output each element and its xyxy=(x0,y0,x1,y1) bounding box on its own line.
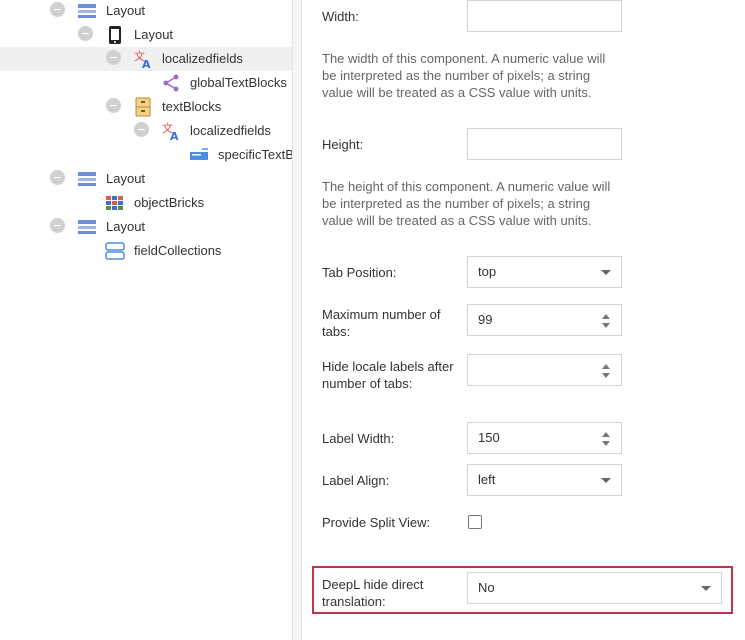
tree-node-layout[interactable]: Layout xyxy=(0,23,292,47)
tree-node-globaltextblocks[interactable]: globalTextBlocks xyxy=(0,71,292,95)
tree-node-layout[interactable]: Layout xyxy=(0,167,292,191)
tree-node-label: Layout xyxy=(106,3,146,18)
label-width-label: Label Width: xyxy=(322,431,395,446)
tree-node-label: localizedfields xyxy=(162,51,243,66)
height-label: Height: xyxy=(322,137,364,152)
tab-position-label: Tab Position: xyxy=(322,265,397,280)
bricks-icon xyxy=(106,196,123,210)
tree-node-label: Layout xyxy=(106,171,146,186)
tree-node-objectbricks[interactable]: objectBricks xyxy=(0,191,292,215)
tab-position-value: top xyxy=(478,264,497,279)
collapse-icon[interactable] xyxy=(50,218,65,233)
tree-node-layout[interactable]: Layout xyxy=(0,215,292,239)
collapse-icon[interactable] xyxy=(50,2,65,17)
spin-down-icon[interactable] xyxy=(602,441,610,446)
deepl-label: DeepL hide direct translation: xyxy=(322,577,424,609)
tree-panel: Layout Layout 文 A localizedfields global… xyxy=(0,0,292,640)
tree-node-specifictextblocks[interactable]: specificTextBlocks xyxy=(0,143,292,167)
tree-node-label: objectBricks xyxy=(134,195,205,210)
spin-down-icon[interactable] xyxy=(602,323,610,328)
collapse-icon[interactable] xyxy=(106,98,121,113)
spin-up-icon[interactable] xyxy=(602,314,610,319)
label-width-stepper[interactable]: 150 xyxy=(467,422,622,454)
tree-node-label: fieldCollections xyxy=(134,243,222,258)
label-align-select[interactable]: left xyxy=(467,464,622,496)
svg-text:A: A xyxy=(142,58,151,69)
height-input[interactable] xyxy=(467,128,622,160)
tablet-icon xyxy=(109,26,121,44)
tab-position-select[interactable]: top xyxy=(467,256,622,288)
tree-node-label: globalTextBlocks xyxy=(190,75,287,90)
chevron-down-icon[interactable] xyxy=(701,586,711,591)
split-view-checkbox[interactable] xyxy=(468,515,482,529)
collapse-icon[interactable] xyxy=(134,122,149,137)
collection-icon xyxy=(105,242,125,260)
tree-node-label: specificTextBlocks xyxy=(218,147,292,162)
settings-form: Width: The width of this component. A nu… xyxy=(302,0,745,640)
panel-splitter[interactable] xyxy=(292,0,302,640)
tree-node-label: textBlocks xyxy=(162,99,222,114)
max-tabs-value: 99 xyxy=(478,312,493,327)
height-description: The height of this component. A numeric … xyxy=(322,179,611,228)
translate-icon: 文 A xyxy=(134,49,151,69)
label-align-value: left xyxy=(478,472,496,487)
spin-down-icon[interactable] xyxy=(602,373,610,378)
hide-locale-label: Hide locale labels after number of tabs: xyxy=(322,359,454,391)
svg-text:A: A xyxy=(170,130,179,141)
layout-icon xyxy=(78,4,96,18)
label-align-label: Label Align: xyxy=(322,473,390,488)
split-view-label: Provide Split View: xyxy=(322,515,431,530)
spin-up-icon[interactable] xyxy=(602,432,610,437)
tree-node-label: Layout xyxy=(134,27,174,42)
input-icon xyxy=(190,148,208,160)
tree-node-textblocks[interactable]: textBlocks xyxy=(0,95,292,119)
tree-node-label: Layout xyxy=(106,219,146,234)
width-label: Width: xyxy=(322,9,359,24)
tree-node-label: localizedfields xyxy=(190,123,271,138)
deepl-value: No xyxy=(478,580,495,595)
drawer-icon xyxy=(135,97,151,117)
share-icon xyxy=(163,74,179,92)
width-input[interactable] xyxy=(467,0,622,32)
layout-icon xyxy=(78,172,96,186)
spin-up-icon[interactable] xyxy=(602,364,610,369)
collapse-icon[interactable] xyxy=(106,50,121,65)
tree-node-fieldcollections[interactable]: fieldCollections xyxy=(0,239,292,263)
max-tabs-label: Maximum number of tabs: xyxy=(322,307,441,339)
tree-node-localizedfields[interactable]: 文 A localizedfields xyxy=(0,119,292,143)
chevron-down-icon[interactable] xyxy=(601,478,611,483)
label-width-value: 150 xyxy=(478,430,500,445)
layout-icon xyxy=(78,220,96,234)
width-description: The width of this component. A numeric v… xyxy=(322,51,606,100)
tree-node-layout[interactable]: Layout xyxy=(0,0,292,23)
max-tabs-stepper[interactable]: 99 xyxy=(467,304,622,336)
collapse-icon[interactable] xyxy=(78,26,93,41)
tree-node-localizedfields[interactable]: 文 A localizedfields xyxy=(0,47,292,71)
chevron-down-icon[interactable] xyxy=(601,270,611,275)
deepl-select[interactable]: No xyxy=(467,572,722,604)
collapse-icon[interactable] xyxy=(50,170,65,185)
hide-locale-stepper[interactable] xyxy=(467,354,622,386)
translate-icon: 文 A xyxy=(162,121,179,141)
